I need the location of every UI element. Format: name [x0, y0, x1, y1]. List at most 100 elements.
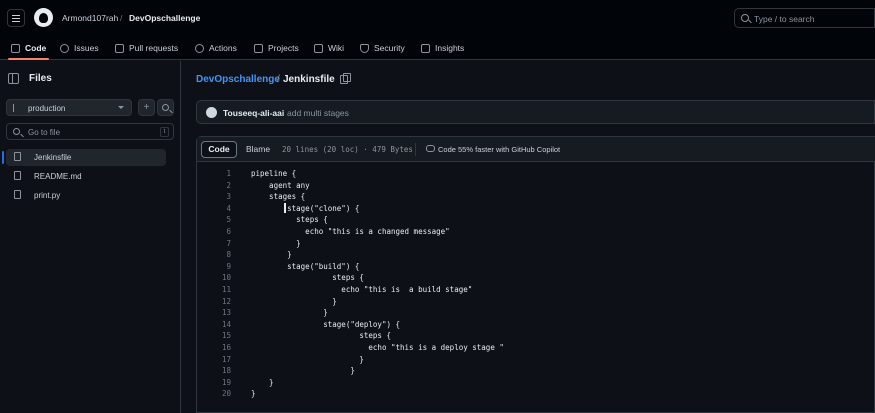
- line-content: }: [251, 296, 337, 306]
- menu-icon[interactable]: [7, 9, 25, 27]
- branch-selector-button[interactable]: production: [6, 99, 132, 116]
- tab-label: Code: [25, 43, 47, 53]
- code-line: 13 }: [197, 307, 875, 319]
- line-number[interactable]: 11: [197, 284, 231, 296]
- code-line: 12 }: [197, 296, 875, 308]
- search-icon: [162, 104, 169, 111]
- line-number[interactable]: 9: [197, 261, 231, 273]
- search-placeholder: Type / to search: [754, 14, 815, 24]
- line-number[interactable]: 17: [197, 354, 231, 366]
- branch-name: production: [28, 104, 66, 113]
- file-tree-sidebar: Files production + Go to file t Jenkinsf…: [0, 61, 181, 413]
- file-tree-item-label: README.md: [34, 172, 82, 181]
- line-number[interactable]: 6: [197, 226, 231, 238]
- line-number[interactable]: 13: [197, 307, 231, 319]
- copy-path-icon[interactable]: [340, 73, 351, 84]
- path-repo-link[interactable]: DevOpschallenge: [196, 74, 280, 85]
- graph-icon: [421, 43, 430, 53]
- line-content: steps {: [251, 215, 328, 225]
- code-line: 6 echo "this is a changed message": [197, 226, 875, 238]
- sidebar-collapse-icon[interactable]: [8, 73, 19, 84]
- line-content: }: [251, 366, 355, 376]
- tab-label: Projects: [268, 43, 299, 53]
- path-file-name: Jenkinsfile: [283, 74, 335, 85]
- code-line: 20}: [197, 388, 875, 400]
- commit-author-link[interactable]: Touseeq-ali-aai: [223, 108, 284, 118]
- go-to-file-input[interactable]: Go to file t: [6, 123, 174, 140]
- code-line: 19 }: [197, 377, 875, 389]
- line-content: }: [251, 389, 256, 399]
- line-number[interactable]: 7: [197, 238, 231, 250]
- tab-label: Pull requests: [129, 43, 179, 53]
- code-line: 1 pipeline {: [197, 168, 875, 180]
- search-files-button[interactable]: [157, 99, 174, 116]
- line-content: agent any: [251, 180, 310, 190]
- line-number[interactable]: 15: [197, 330, 231, 342]
- line-content: echo "this is a changed message": [251, 226, 450, 236]
- line-number[interactable]: 19: [197, 377, 231, 389]
- line-content: stages {: [251, 192, 306, 202]
- tab-label: Insights: [435, 43, 465, 53]
- line-number[interactable]: 1: [197, 168, 231, 180]
- file-tree-item-jenkinsfile[interactable]: Jenkinsfile: [2, 149, 166, 166]
- tab-label: Security: [374, 43, 405, 53]
- file-viewer: Code Blame 20 lines (20 loc) · 479 Bytes…: [196, 136, 875, 413]
- file-icon: [14, 190, 21, 199]
- line-number[interactable]: 12: [197, 296, 231, 308]
- line-number[interactable]: 4: [197, 203, 231, 215]
- shield-icon: [360, 43, 369, 53]
- line-number[interactable]: 14: [197, 319, 231, 331]
- code-view-button[interactable]: Code: [201, 141, 237, 158]
- line-number[interactable]: 5: [197, 214, 231, 226]
- tab-wiki[interactable]: Wiki: [314, 36, 344, 60]
- avatar[interactable]: [206, 107, 217, 118]
- breadcrumb-separator: /: [120, 13, 123, 23]
- path-separator: /: [277, 74, 280, 85]
- code-block[interactable]: 1 pipeline {2 agent any 3 stages {4 stage(…: [197, 168, 875, 400]
- commit-message-link[interactable]: add multi stages: [287, 108, 349, 118]
- github-logo-icon[interactable]: [34, 8, 53, 27]
- tab-pull-requests[interactable]: Pull requests: [115, 36, 178, 60]
- code-line: 15 steps {: [197, 330, 875, 342]
- book-icon: [314, 43, 323, 53]
- file-icon: [14, 152, 21, 161]
- line-number[interactable]: 18: [197, 365, 231, 377]
- blame-view-button[interactable]: Blame: [239, 141, 277, 158]
- line-content: stage("build") {: [251, 261, 360, 271]
- line-number[interactable]: 20: [197, 388, 231, 400]
- copilot-icon: [426, 145, 435, 152]
- file-tree-item-print-py[interactable]: print.py: [6, 187, 166, 204]
- add-file-button[interactable]: +: [138, 99, 155, 116]
- file-tree-item-label: Jenkinsfile: [34, 153, 72, 162]
- line-content: }: [251, 308, 328, 318]
- repo-name-link[interactable]: DevOpschallenge: [129, 13, 200, 23]
- code-line: 18 }: [197, 365, 875, 377]
- tab-code[interactable]: Code: [7, 36, 50, 60]
- tab-insights[interactable]: Insights: [421, 36, 464, 60]
- line-content: steps {: [251, 331, 391, 341]
- line-number[interactable]: 8: [197, 249, 231, 261]
- copilot-promo-link[interactable]: Code 55% faster with GitHub Copilot: [438, 145, 560, 154]
- file-toolbar: Code Blame 20 lines (20 loc) · 479 Bytes…: [197, 137, 875, 162]
- tab-label: Issues: [74, 43, 99, 53]
- search-input[interactable]: Type / to search: [734, 8, 875, 28]
- text-cursor: [284, 203, 286, 213]
- line-number[interactable]: 10: [197, 272, 231, 284]
- tab-actions[interactable]: Actions: [195, 36, 237, 60]
- line-content: steps {: [251, 273, 364, 283]
- line-content: }: [251, 250, 292, 260]
- tab-issues[interactable]: Issues: [60, 36, 99, 60]
- code-line: 3 stages {: [197, 191, 875, 203]
- line-content: echo "this is a deploy stage ": [251, 342, 504, 352]
- line-number[interactable]: 16: [197, 342, 231, 354]
- line-content: stage("deploy") {: [251, 319, 401, 329]
- issue-icon: [60, 43, 69, 53]
- line-content: pipeline {: [251, 169, 297, 178]
- file-tree-item-readme[interactable]: README.md: [6, 168, 166, 185]
- tab-projects[interactable]: Projects: [254, 36, 299, 60]
- tab-security[interactable]: Security: [360, 36, 405, 60]
- divider: [415, 143, 416, 156]
- repo-owner-link[interactable]: Armond107rah: [62, 13, 118, 23]
- line-number[interactable]: 3: [197, 191, 231, 203]
- line-number[interactable]: 2: [197, 180, 231, 192]
